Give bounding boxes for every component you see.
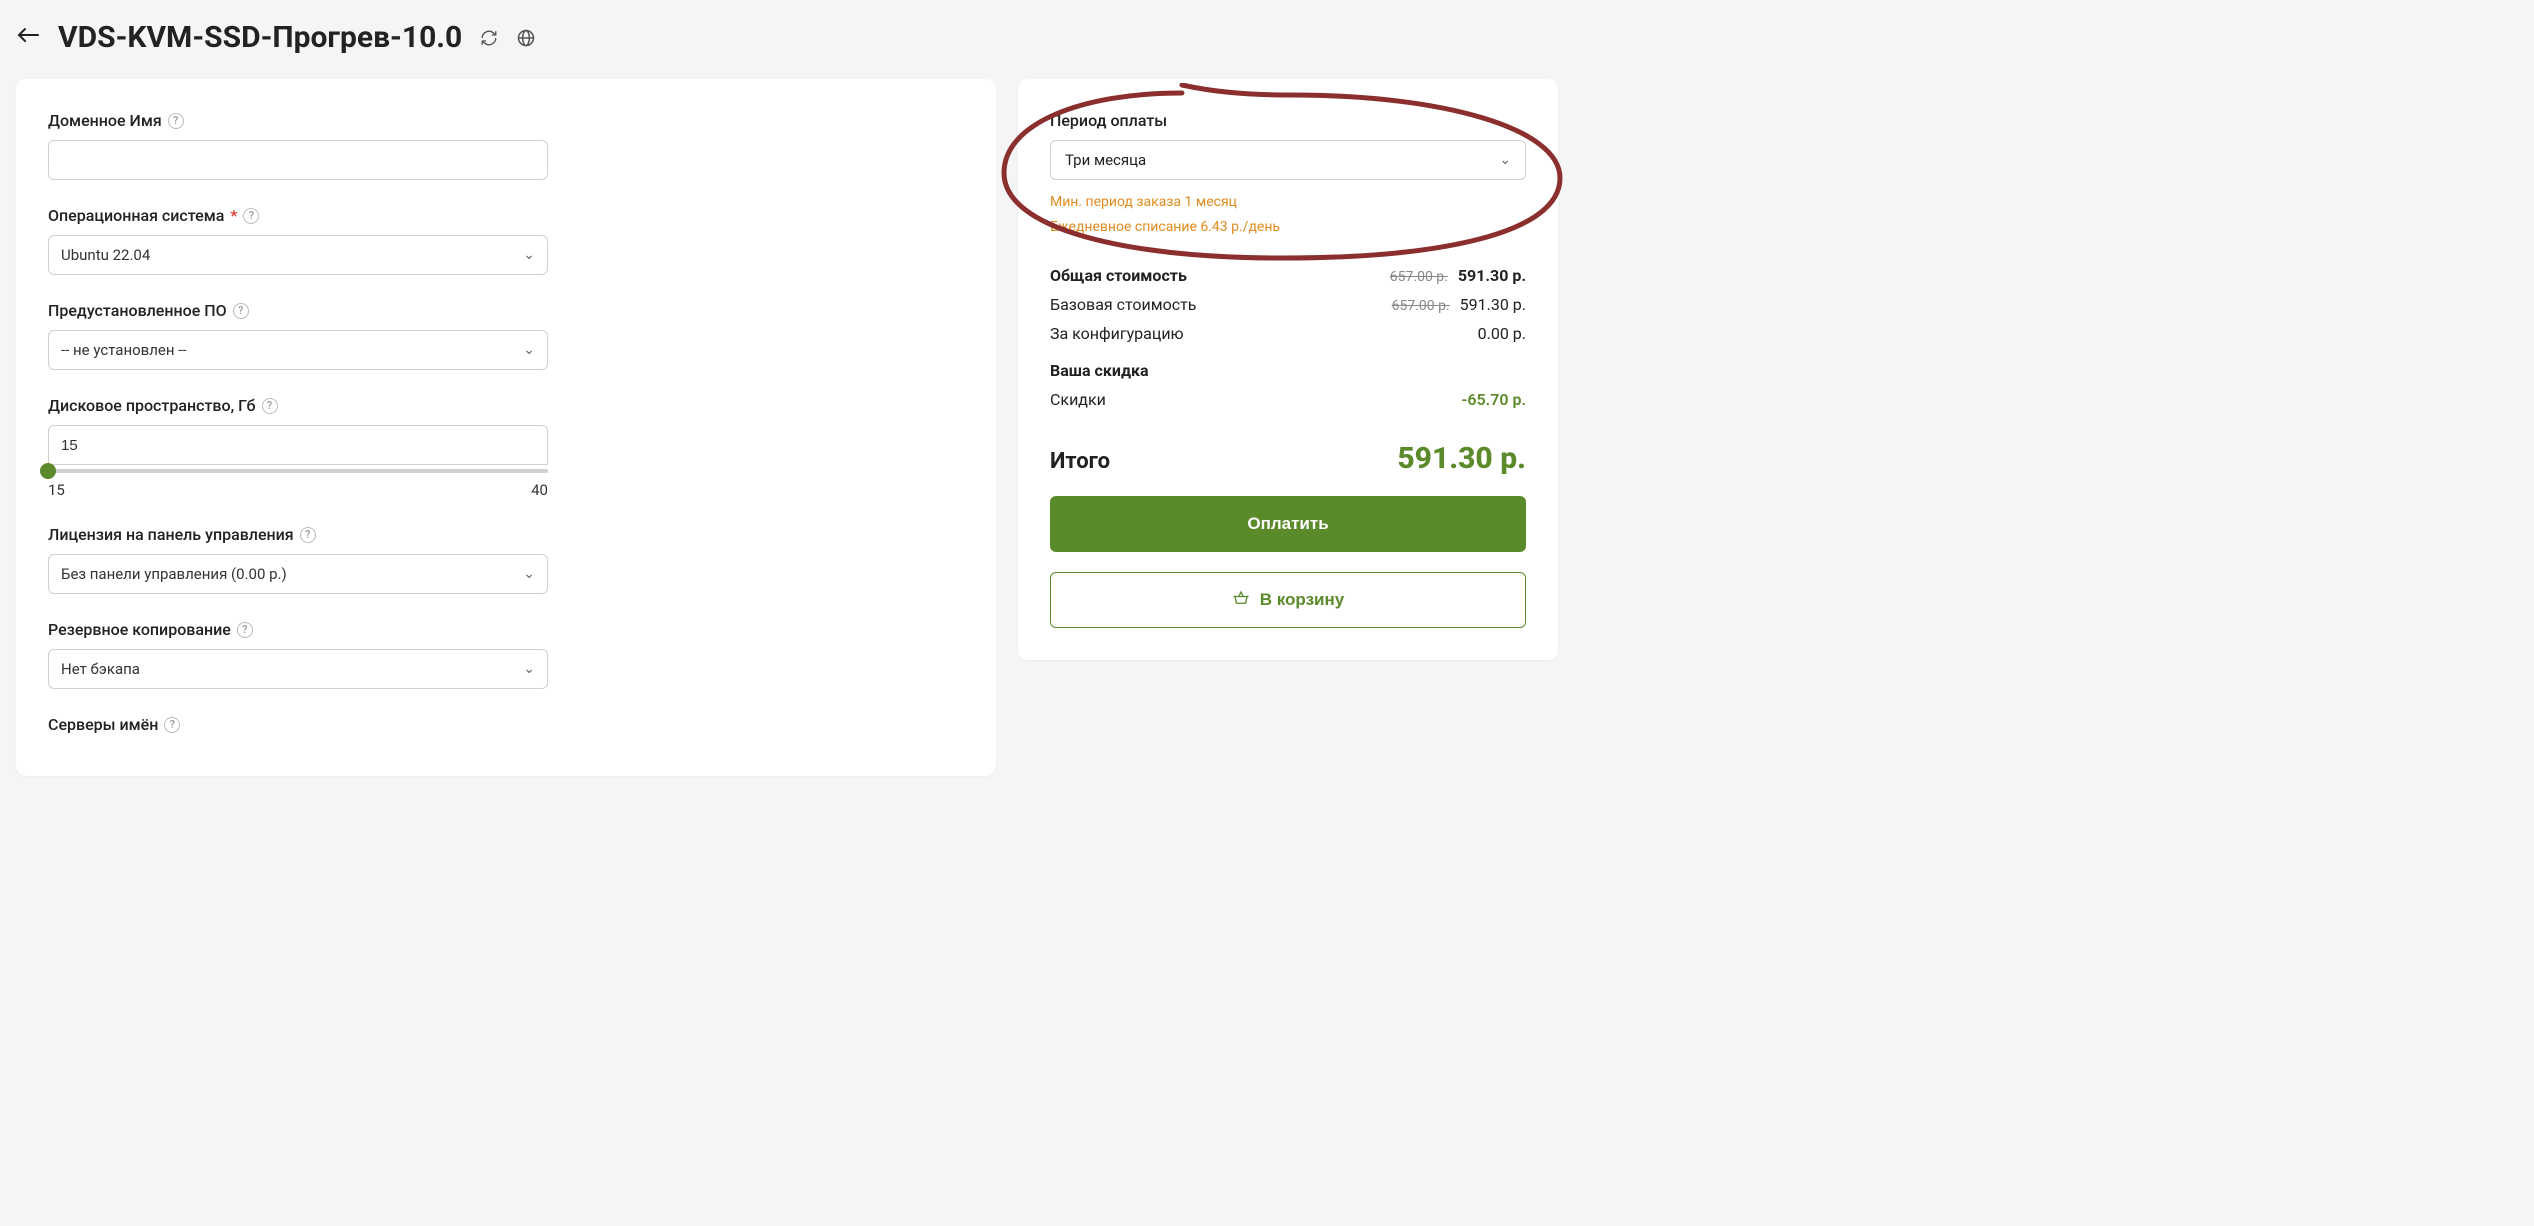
config-label: За конфигурацию: [1050, 324, 1184, 343]
domain-input[interactable]: [48, 140, 548, 180]
discount-heading: Ваша скидка: [1050, 361, 1526, 380]
backup-label: Резервное копирование: [48, 620, 231, 639]
help-icon[interactable]: ?: [243, 208, 259, 224]
field-preinstall: Предустановленное ПО ? -- не установлен …: [48, 301, 964, 370]
total-cost-new: 591.30 р.: [1458, 266, 1526, 285]
field-domain: Доменное Имя ?: [48, 111, 964, 180]
panel-label: Лицензия на панель управления: [48, 525, 294, 544]
help-icon[interactable]: ?: [168, 113, 184, 129]
disk-max-label: 40: [531, 481, 548, 499]
chevron-down-icon: ⌄: [523, 247, 535, 263]
chevron-down-icon: ⌄: [1499, 152, 1511, 168]
refresh-icon[interactable]: [480, 29, 498, 47]
base-cost-old: 657.00 р.: [1392, 298, 1450, 314]
chevron-down-icon: ⌄: [523, 566, 535, 582]
os-label: Операционная система: [48, 206, 224, 225]
preinstall-label: Предустановленное ПО: [48, 301, 227, 320]
row-total-cost: Общая стоимость 657.00 р. 591.30 р.: [1050, 266, 1526, 285]
backup-value: Нет бэкапа: [61, 660, 140, 678]
disk-min-label: 15: [48, 481, 65, 499]
summary-card: Период оплаты Три месяца ⌄ Мин. период з…: [1018, 79, 1558, 660]
basket-icon: [1232, 589, 1250, 612]
field-disk: Дисковое пространство, Гб ? 15 40: [48, 396, 964, 499]
help-icon[interactable]: ?: [233, 303, 249, 319]
panel-select[interactable]: Без панели управления (0.00 р.) ⌄: [48, 554, 548, 594]
row-discount: Скидки -65.70 р.: [1050, 390, 1526, 409]
row-grand-total: Итого 591.30 р.: [1050, 431, 1526, 476]
daily-charge-warning: Ежедневное списание 6.43 р./день: [1050, 217, 1526, 238]
field-dns: Серверы имён ?: [48, 715, 964, 734]
panel-value: Без панели управления (0.00 р.): [61, 565, 287, 583]
disk-input[interactable]: [48, 425, 548, 465]
disk-label: Дисковое пространство, Гб: [48, 396, 256, 415]
page-title: VDS-KVM-SSD-Прогрев-10.0: [58, 20, 462, 55]
total-cost-label: Общая стоимость: [1050, 266, 1187, 285]
back-arrow-icon[interactable]: [16, 23, 40, 52]
os-select[interactable]: Ubuntu 22.04 ⌄: [48, 235, 548, 275]
slider-thumb[interactable]: [40, 463, 56, 479]
grand-total-value: 591.30 р.: [1397, 441, 1526, 476]
chevron-down-icon: ⌄: [523, 342, 535, 358]
config-form-card: Доменное Имя ? Операционная система * ? U…: [16, 79, 996, 776]
os-value: Ubuntu 22.04: [61, 246, 150, 264]
field-os: Операционная система * ? Ubuntu 22.04 ⌄: [48, 206, 964, 275]
help-icon[interactable]: ?: [237, 622, 253, 638]
backup-select[interactable]: Нет бэкапа ⌄: [48, 649, 548, 689]
total-cost-old: 657.00 р.: [1390, 269, 1448, 285]
pay-button[interactable]: Оплатить: [1050, 496, 1526, 552]
base-cost-new: 591.30 р.: [1460, 295, 1526, 314]
globe-icon[interactable]: [516, 28, 536, 48]
add-to-cart-button[interactable]: В корзину: [1050, 572, 1526, 628]
row-config-cost: За конфигурацию 0.00 р.: [1050, 324, 1526, 343]
config-value: 0.00 р.: [1478, 324, 1526, 343]
period-value: Три месяца: [1065, 151, 1146, 169]
discount-value: -65.70 р.: [1462, 390, 1527, 409]
required-asterisk: *: [230, 206, 237, 225]
cart-button-label: В корзину: [1260, 590, 1344, 610]
page-header: VDS-KVM-SSD-Прогрев-10.0: [16, 20, 2518, 55]
field-panel: Лицензия на панель управления ? Без пане…: [48, 525, 964, 594]
chevron-down-icon: ⌄: [523, 661, 535, 677]
period-label: Период оплаты: [1050, 111, 1526, 130]
help-icon[interactable]: ?: [262, 398, 278, 414]
min-period-warning: Мин. период заказа 1 месяц: [1050, 192, 1526, 213]
discount-label: Скидки: [1050, 390, 1106, 409]
dns-label: Серверы имён: [48, 715, 158, 734]
row-base-cost: Базовая стоимость 657.00 р. 591.30 р.: [1050, 295, 1526, 314]
help-icon[interactable]: ?: [300, 527, 316, 543]
preinstall-value: -- не установлен --: [61, 341, 187, 359]
domain-label: Доменное Имя: [48, 111, 162, 130]
help-icon[interactable]: ?: [164, 717, 180, 733]
disk-slider[interactable]: [48, 469, 548, 473]
pay-button-label: Оплатить: [1247, 514, 1328, 534]
period-select[interactable]: Три месяца ⌄: [1050, 140, 1526, 180]
preinstall-select[interactable]: -- не установлен -- ⌄: [48, 330, 548, 370]
grand-total-label: Итого: [1050, 449, 1110, 474]
field-backup: Резервное копирование ? Нет бэкапа ⌄: [48, 620, 964, 689]
base-cost-label: Базовая стоимость: [1050, 295, 1197, 314]
